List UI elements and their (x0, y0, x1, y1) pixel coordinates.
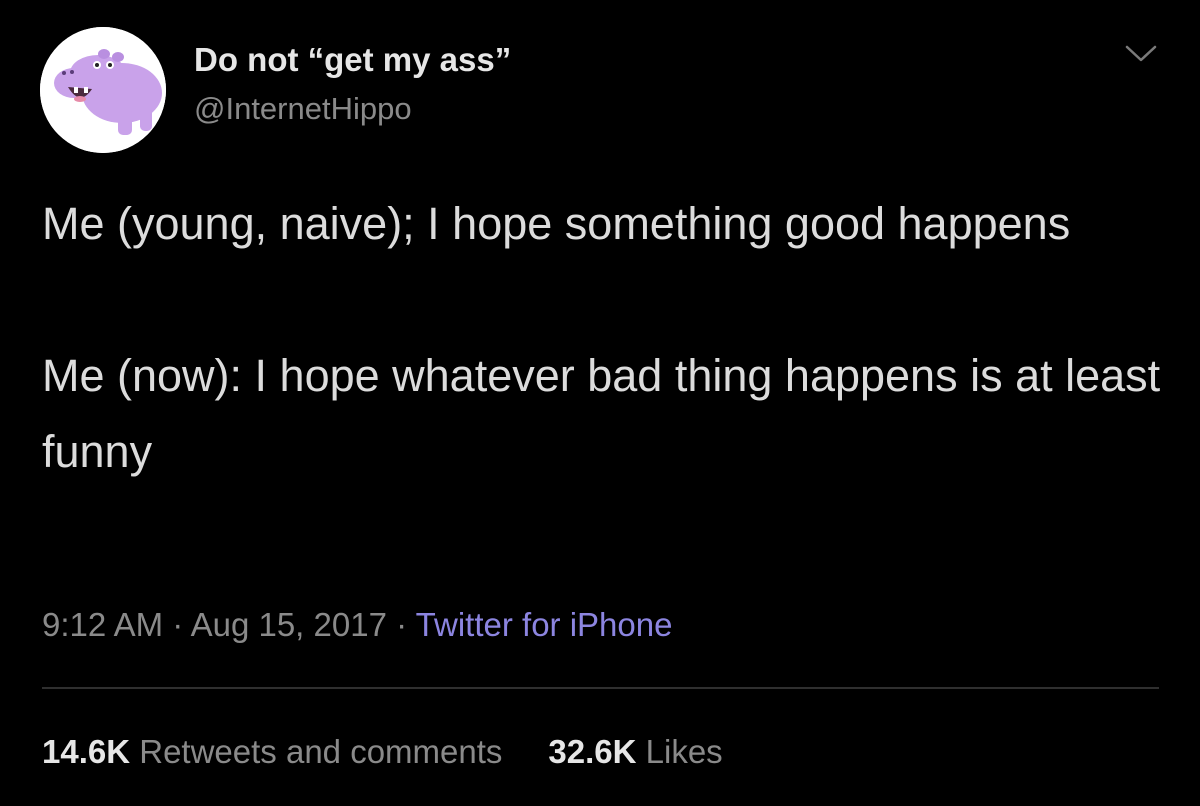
tweet-text: Me (young, naive); I hope something good… (42, 186, 1162, 490)
hippo-avatar-icon (40, 27, 166, 153)
likes-stat[interactable]: 32.6K Likes (548, 733, 722, 770)
likes-count: 32.6K (548, 733, 637, 770)
tweet-paragraph: Me (now): I hope whatever bad thing happ… (42, 350, 1161, 477)
tweet-date[interactable]: Aug 15, 2017 (191, 606, 387, 643)
avatar[interactable] (40, 27, 166, 153)
retweets-stat[interactable]: 14.6K Retweets and comments (42, 733, 502, 770)
tweet-stats: 14.6K Retweets and comments 32.6K Likes (42, 732, 723, 772)
tweet-time[interactable]: 9:12 AM (42, 606, 163, 643)
tweet-detail: Do not “get my ass” @InternetHippo Me (y… (0, 0, 1200, 806)
retweets-count: 14.6K (42, 733, 131, 770)
tweet-paragraph: Me (young, naive); I hope something good… (42, 198, 1071, 249)
tweet-source-link[interactable]: Twitter for iPhone (416, 606, 673, 643)
retweets-label: Retweets and comments (139, 733, 503, 770)
meta-separator: · (163, 606, 191, 643)
user-handle[interactable]: @InternetHippo (194, 93, 412, 124)
divider (42, 687, 1159, 689)
display-name[interactable]: Do not “get my ass” (194, 43, 511, 76)
tweet-metadata: 9:12 AM · Aug 15, 2017 · Twitter for iPh… (42, 605, 672, 645)
chevron-down-icon[interactable] (1124, 42, 1158, 66)
likes-label: Likes (645, 733, 723, 770)
meta-separator: · (386, 606, 416, 643)
